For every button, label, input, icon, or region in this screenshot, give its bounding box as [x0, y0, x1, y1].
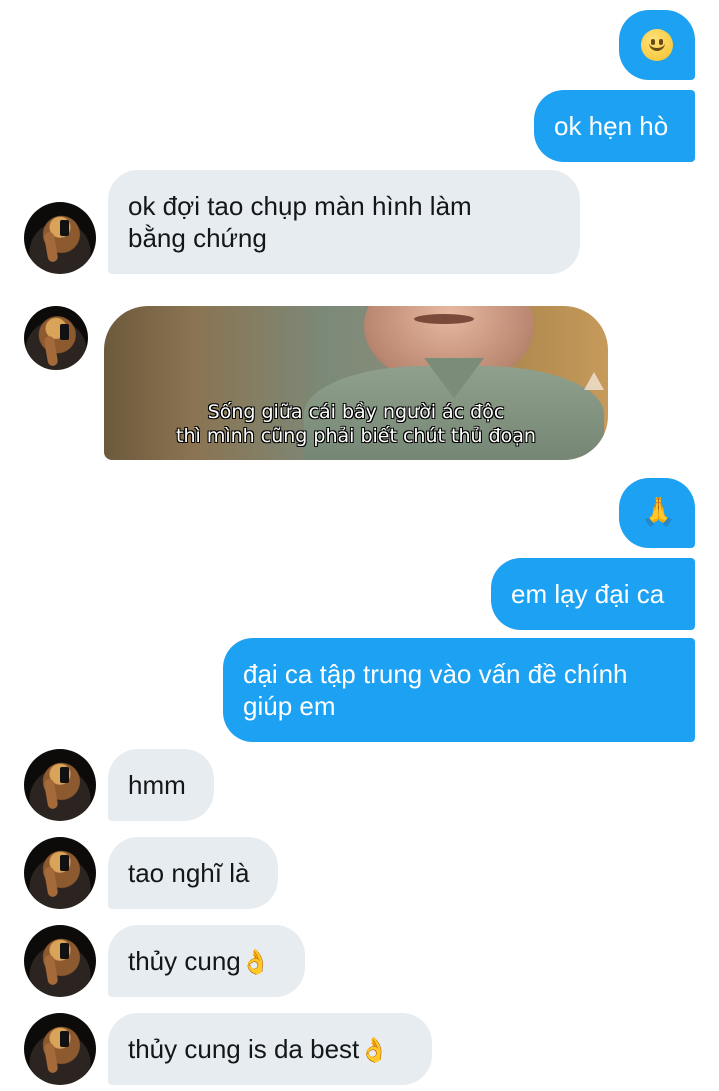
message-text: tao nghĩ là	[128, 858, 250, 888]
outgoing-message[interactable]: đại ca tập trung vào vấn đề chính giúp e…	[223, 638, 695, 742]
outgoing-message-emoji[interactable]	[619, 10, 695, 80]
ok-hand-icon: 👌	[240, 949, 271, 976]
video-still-image[interactable]: Sống giữa cái bầy người ác độc thì mình …	[104, 306, 608, 460]
incoming-message[interactable]: thủy cung👌	[108, 925, 305, 997]
message-text: thủy cung is da best	[128, 1034, 360, 1064]
message-text: ok đợi tao chụp màn hình làm bằng chứng	[128, 191, 472, 253]
incoming-message[interactable]: hmm	[108, 749, 214, 821]
sender-avatar[interactable]	[24, 837, 96, 909]
incoming-message[interactable]: thủy cung is da best👌	[108, 1013, 432, 1085]
outgoing-message[interactable]: ok hẹn hò	[534, 90, 695, 162]
incoming-message[interactable]: ok đợi tao chụp màn hình làm bằng chứng	[108, 170, 580, 274]
sender-avatar[interactable]	[24, 202, 96, 274]
sender-avatar[interactable]	[24, 1013, 96, 1085]
message-text: em lạy đại ca	[511, 579, 665, 609]
sender-avatar[interactable]	[24, 749, 96, 821]
sender-avatar[interactable]	[24, 925, 96, 997]
ok-hand-icon: 👌	[359, 1037, 390, 1064]
message-text: ok hẹn hò	[554, 111, 669, 141]
message-text: đại ca tập trung vào vấn đề chính giúp e…	[243, 659, 628, 721]
sender-avatar[interactable]	[24, 306, 88, 370]
outgoing-message-emoji[interactable]: 🙏	[619, 478, 695, 548]
message-text: hmm	[128, 770, 186, 800]
watermark-logo-icon	[584, 372, 604, 390]
message-text: thủy cung	[128, 946, 241, 976]
subtitle-line-1: Sống giữa cái bầy người ác độc	[207, 401, 505, 423]
incoming-message[interactable]: tao nghĩ là	[108, 837, 278, 909]
folded-hands-icon: 🙏	[641, 496, 676, 527]
subtitle-line-2: thì mình cũng phải biết chút thủ đoạn	[176, 425, 536, 447]
outgoing-message[interactable]: em lạy đại ca	[491, 558, 695, 630]
slightly-smiling-face-icon	[641, 29, 673, 61]
